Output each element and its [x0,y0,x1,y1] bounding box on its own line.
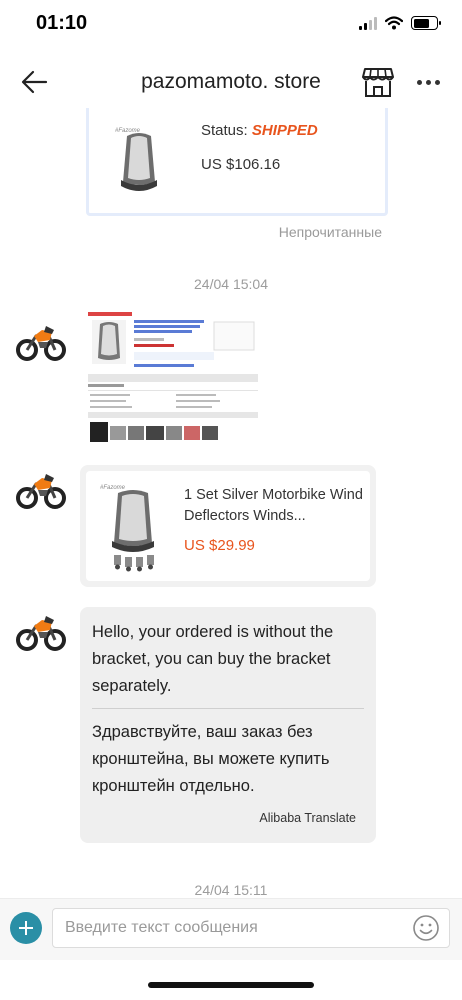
status-time: 01:10 [36,12,88,34]
battery-icon [411,16,441,30]
svg-text:#Fazome: #Fazome [100,485,126,491]
timestamp: 24/04 15:04 [194,276,268,292]
shared-screenshot-image[interactable] [86,310,262,448]
product-title: 1 Set Silver Motorbike Wind Deflectors W… [184,487,363,524]
message-text-original: Hello, your ordered is without the brack… [92,623,334,695]
shipped-status-badge: SHIPPED [251,122,318,139]
translation-credit: Alibaba Translate [259,811,356,825]
signal-icon [359,16,377,30]
avatar [16,474,66,509]
avatar [16,616,66,651]
storefront-icon [362,68,394,97]
status-icons [359,16,441,30]
order-price: US $106.16 [201,156,281,173]
timestamp: 24/04 15:11 [194,882,268,898]
store-button[interactable] [361,66,395,98]
emoji-button[interactable] [412,914,440,942]
order-status: Status: SHIPPED [201,122,318,139]
add-attachment-button[interactable] [10,912,42,944]
message-text-translated: Здравствуйте, ваш заказ без кронштейна, … [92,723,330,795]
screenshot-thumbnail [86,310,262,448]
chat-header: pazomamoto. store [0,52,462,108]
message-input[interactable] [52,908,450,948]
order-product-image: #Fazome [115,128,157,191]
chat-messages[interactable]: #Fazome Status: SHIPPED US $106.16 Непро… [0,108,462,908]
translation-divider [92,708,364,709]
wifi-icon [385,16,403,30]
status-bar: 01:10 [0,0,462,48]
product-card[interactable]: #Fazome 1 Set Silver Motorbike Wind Defl… [80,465,376,587]
product-image: #Fazome [100,485,154,572]
order-card[interactable]: #Fazome Status: SHIPPED US $106.16 [86,108,388,216]
avatar [16,326,66,361]
smiley-icon [413,915,439,941]
more-options-button[interactable] [415,72,441,92]
message-bubble[interactable]: Hello, your ordered is without the brack… [80,607,376,843]
home-indicator[interactable] [148,982,314,988]
more-horizontal-icon [416,79,422,85]
product-price: US $29.99 [184,537,255,554]
message-input-bar [0,898,462,960]
unread-label: Непрочитанные [278,224,382,240]
